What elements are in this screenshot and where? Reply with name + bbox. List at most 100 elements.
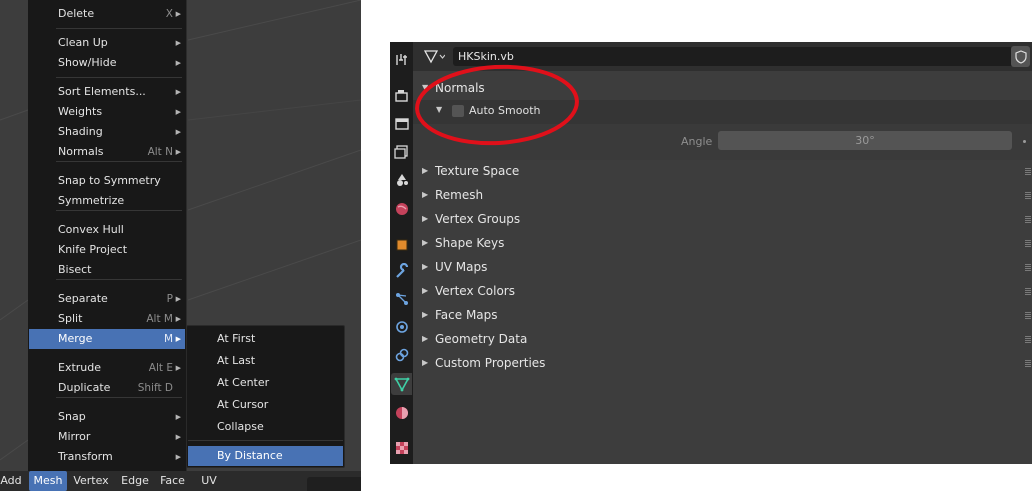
menu-item-symmetrize[interactable]: Symmetrize bbox=[29, 191, 185, 211]
menu-item-sort-elements[interactable]: Sort Elements... ▶ bbox=[29, 82, 185, 102]
menu-item-show-hide[interactable]: Show/Hide ▶ bbox=[29, 53, 185, 73]
panel-face-maps-header[interactable]: ▶ Face Maps bbox=[413, 303, 1032, 327]
panel-vertex-colors-header[interactable]: ▶ Vertex Colors bbox=[413, 279, 1032, 303]
header-menu-vertex[interactable]: Vertex bbox=[70, 471, 112, 491]
output-icon[interactable] bbox=[391, 113, 412, 135]
collapse-triangle-icon: ▶ bbox=[422, 214, 429, 223]
panel-uv-maps-header[interactable]: ▶ UV Maps bbox=[413, 255, 1032, 279]
submenu-arrow-icon: ▶ bbox=[175, 315, 181, 323]
menu-item-snap-to-symmetry[interactable]: Snap to Symmetry bbox=[29, 171, 185, 191]
submenu-arrow-icon: ▶ bbox=[175, 364, 181, 372]
menu-item-extrude[interactable]: Extrude Alt E ▶ bbox=[29, 358, 185, 378]
panel-shape-keys-header[interactable]: ▶ Shape Keys bbox=[413, 231, 1032, 255]
shortcut-hint: P bbox=[166, 293, 173, 305]
menu-item-separate[interactable]: Separate P ▶ bbox=[29, 289, 185, 309]
angle-slider[interactable]: 30° bbox=[718, 131, 1012, 150]
menu-item-knife-project[interactable]: Knife Project bbox=[29, 240, 185, 260]
drag-grip-icon[interactable] bbox=[1025, 216, 1031, 223]
menu-item-snap[interactable]: Snap ▶ bbox=[29, 407, 185, 427]
header-menu-add[interactable]: Add bbox=[0, 471, 22, 491]
menu-item-label: Symmetrize bbox=[58, 194, 125, 207]
drag-grip-icon[interactable] bbox=[1025, 360, 1031, 367]
submenu-arrow-icon: ▶ bbox=[175, 295, 181, 303]
menu-item-transform[interactable]: Transform ▶ bbox=[29, 447, 185, 467]
merge-option-at-first[interactable]: At First bbox=[188, 329, 343, 349]
collapse-triangle-icon: ▶ bbox=[422, 334, 429, 343]
menu-item-label: Convex Hull bbox=[58, 223, 124, 236]
drag-grip-icon[interactable] bbox=[1025, 240, 1031, 247]
submenu-arrow-icon: ▶ bbox=[175, 433, 181, 441]
particles-icon[interactable] bbox=[391, 288, 412, 310]
drag-grip-icon[interactable] bbox=[1025, 336, 1031, 343]
merge-option-at-center[interactable]: At Center bbox=[188, 373, 343, 393]
menu-item-label: Snap to Symmetry bbox=[58, 174, 161, 187]
panel-label: Vertex Colors bbox=[435, 284, 515, 298]
panel-label: Vertex Groups bbox=[435, 212, 521, 226]
menu-item-label: Duplicate bbox=[58, 381, 111, 394]
fake-user-shield-icon[interactable] bbox=[1011, 46, 1030, 67]
drag-grip-icon[interactable] bbox=[1025, 168, 1031, 175]
menu-item-convex-hull[interactable]: Convex Hull bbox=[29, 220, 185, 240]
constraints-icon[interactable] bbox=[391, 344, 412, 366]
3d-viewport[interactable]: Delete X ▶ Clean Up ▶ Show/Hide ▶ Sort Elements… bbox=[0, 0, 361, 491]
menu-item-normals[interactable]: Normals Alt N ▶ bbox=[29, 142, 185, 162]
menu-item-clean-up[interactable]: Clean Up ▶ bbox=[29, 33, 185, 53]
submenu-arrow-icon: ▶ bbox=[175, 59, 181, 67]
panel-geometry-data-header[interactable]: ▶ Geometry Data bbox=[413, 327, 1032, 351]
merge-option-by-distance[interactable]: By Distance bbox=[188, 446, 343, 466]
header-menu-face[interactable]: Face bbox=[156, 471, 189, 491]
keyframe-dot-icon[interactable] bbox=[1023, 140, 1026, 143]
menu-item-label: Extrude bbox=[58, 361, 102, 374]
panel-vertex-groups-header[interactable]: ▶ Vertex Groups bbox=[413, 207, 1032, 231]
panel-texture-space-header[interactable]: ▶ Texture Space bbox=[413, 159, 1032, 183]
panel-custom-properties-header[interactable]: ▶ Custom Properties bbox=[413, 351, 1032, 375]
render-icon[interactable] bbox=[391, 85, 412, 107]
menu-item-split[interactable]: Split Alt M ▶ bbox=[29, 309, 185, 329]
menu-item-delete[interactable]: Delete X ▶ bbox=[29, 4, 185, 24]
menu-item-label: Bisect bbox=[58, 263, 92, 276]
submenu-arrow-icon: ▶ bbox=[175, 88, 181, 96]
drag-grip-icon[interactable] bbox=[1025, 288, 1031, 295]
object-icon[interactable] bbox=[391, 234, 412, 256]
angle-label: Angle bbox=[681, 135, 713, 148]
collapse-triangle-icon: ▶ bbox=[422, 286, 429, 295]
menu-item-label: Show/Hide bbox=[58, 56, 117, 69]
menu-item-label: Knife Project bbox=[58, 243, 128, 256]
world-icon[interactable] bbox=[391, 198, 412, 220]
merge-option-collapse[interactable]: Collapse bbox=[188, 417, 343, 437]
submenu-arrow-icon: ▶ bbox=[175, 453, 181, 461]
submenu-arrow-icon: ▶ bbox=[175, 128, 181, 136]
header-menu-mesh[interactable]: Mesh bbox=[29, 471, 67, 491]
drag-grip-icon[interactable] bbox=[1025, 192, 1031, 199]
tool-icon[interactable] bbox=[391, 49, 412, 71]
panel-remesh-header[interactable]: ▶ Remesh bbox=[413, 183, 1032, 207]
menu-item-weights[interactable]: Weights ▶ bbox=[29, 102, 185, 122]
menu-item-bisect[interactable]: Bisect bbox=[29, 260, 185, 280]
merge-option-at-cursor[interactable]: At Cursor bbox=[188, 395, 343, 415]
physics-icon[interactable] bbox=[391, 316, 412, 338]
material-icon[interactable] bbox=[391, 402, 412, 424]
texture-icon[interactable] bbox=[391, 437, 412, 459]
drag-grip-icon[interactable] bbox=[1025, 264, 1031, 271]
menu-item-duplicate[interactable]: Duplicate Shift D bbox=[29, 378, 185, 398]
merge-option-at-last[interactable]: At Last bbox=[188, 351, 343, 371]
menu-item-label: Mirror bbox=[58, 430, 91, 443]
menu-item-merge[interactable]: Merge M ▶ bbox=[29, 329, 185, 349]
header-menu-edge[interactable]: Edge bbox=[117, 471, 153, 491]
panel-label: UV Maps bbox=[435, 260, 488, 274]
menu-item-mirror[interactable]: Mirror ▶ bbox=[29, 427, 185, 447]
header-menu-uv[interactable]: UV bbox=[191, 471, 227, 491]
menu-separator bbox=[188, 440, 343, 441]
menu-item-shading[interactable]: Shading ▶ bbox=[29, 122, 185, 142]
shortcut-hint: Shift D bbox=[137, 382, 173, 394]
scene-icon[interactable] bbox=[391, 169, 412, 191]
object-data-icon[interactable] bbox=[391, 373, 412, 395]
submenu-arrow-icon: ▶ bbox=[175, 108, 181, 116]
collapse-triangle-icon: ▶ bbox=[422, 310, 429, 319]
drag-grip-icon[interactable] bbox=[1025, 312, 1031, 319]
view-layer-icon[interactable] bbox=[391, 141, 412, 163]
collapse-triangle-icon: ▶ bbox=[422, 238, 429, 247]
modifier-icon[interactable] bbox=[391, 261, 412, 283]
panel-label: Custom Properties bbox=[435, 356, 546, 370]
panel-label: Remesh bbox=[435, 188, 484, 202]
